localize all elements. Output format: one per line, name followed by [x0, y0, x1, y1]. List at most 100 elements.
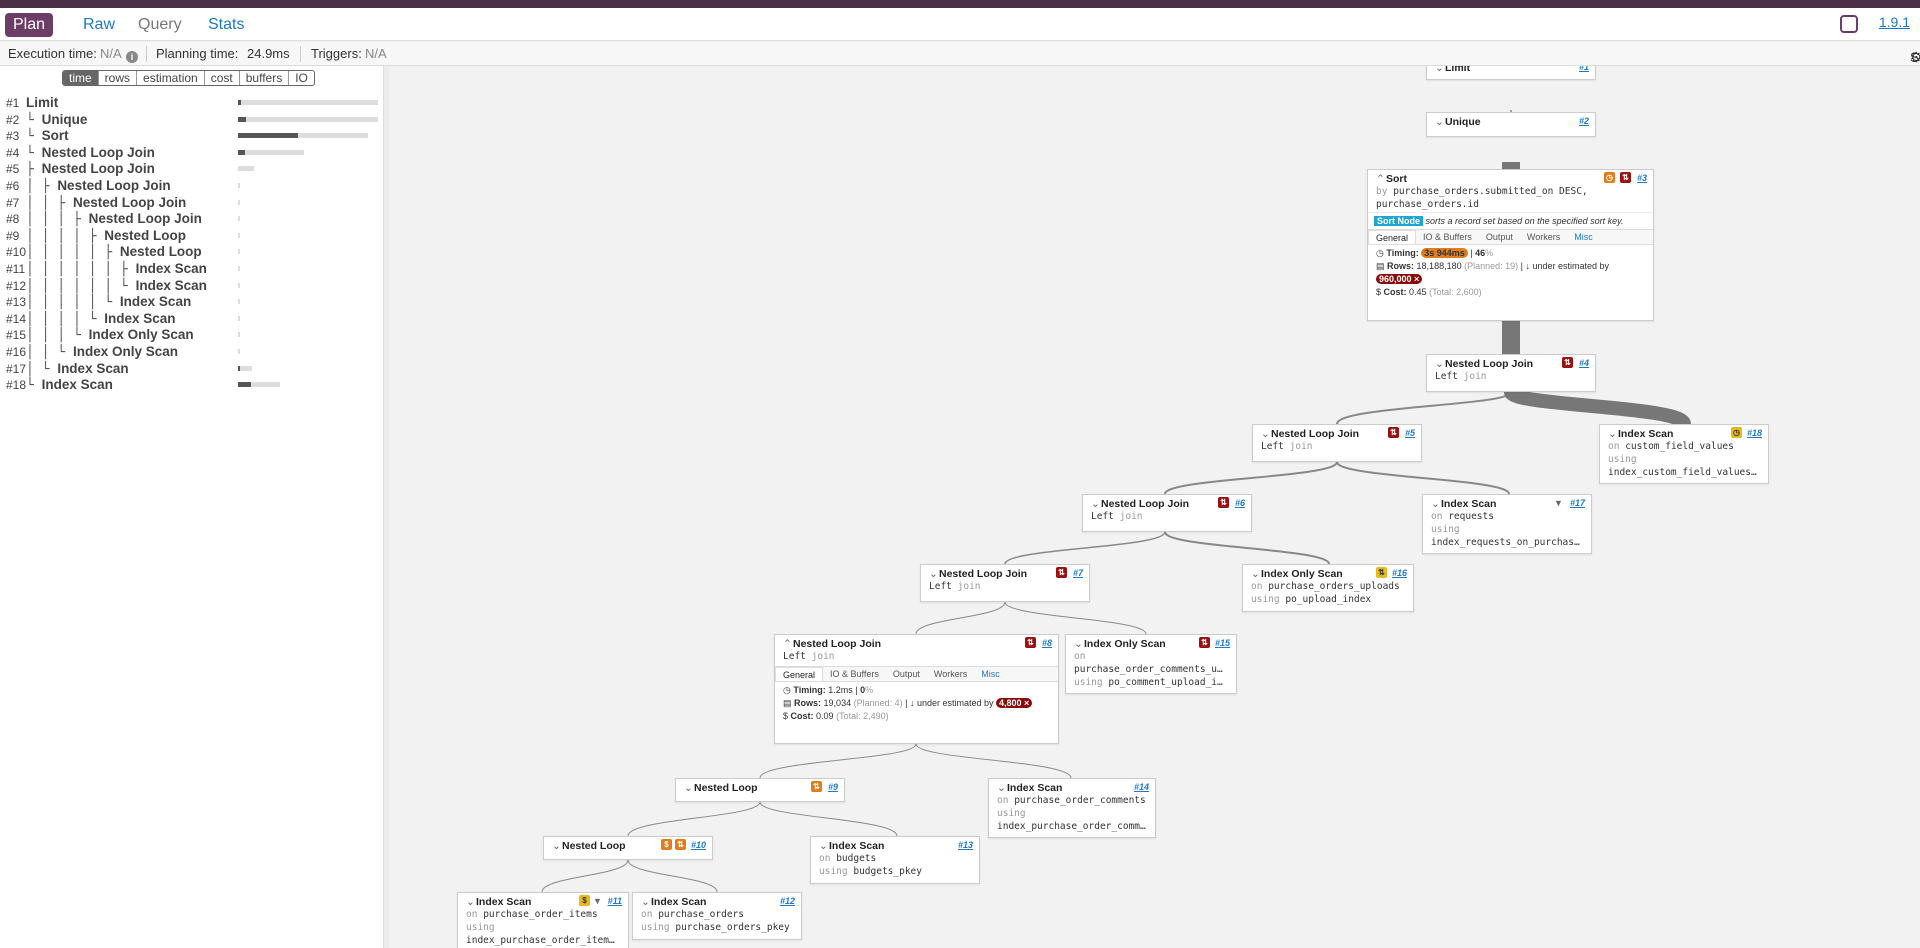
- tree-row-number: #10: [6, 245, 27, 260]
- tree-row-label: ├ Nested Loop Join: [26, 161, 155, 177]
- chevron-down-icon[interactable]: ⌄: [1091, 498, 1101, 510]
- plan-node-7[interactable]: ⌄Nested Loop Join ⇅ #7 Left join: [920, 564, 1090, 602]
- tree-row[interactable]: #8 │ │ │ ├ Nested Loop Join: [6, 211, 376, 227]
- node-number-link[interactable]: #5: [1405, 428, 1415, 438]
- plan-node-2[interactable]: ⌄Unique #2: [1426, 112, 1596, 137]
- tree-row[interactable]: #9 │ │ │ │ ├ Nested Loop: [6, 228, 376, 244]
- metric-estimation[interactable]: estimation: [137, 71, 205, 85]
- metric-io[interactable]: IO: [289, 71, 314, 85]
- chevron-down-icon[interactable]: ⌄: [1261, 428, 1271, 440]
- plan-node-8[interactable]: ⌃Nested Loop Join ⇅ #8 Left join General I…: [774, 634, 1059, 744]
- version-link[interactable]: 1.9.1: [1879, 14, 1910, 30]
- tree-row[interactable]: #14 │ │ │ │ └ Index Scan: [6, 311, 376, 327]
- plan-diagram[interactable]: ⌄Limit #1 ⌄Unique #2 ⌃Sort ◷ ⇅ #3 by purch…: [389, 66, 1920, 948]
- tab-raw[interactable]: Raw: [75, 13, 123, 37]
- node-number-link[interactable]: #1: [1579, 66, 1589, 72]
- plan-node-4[interactable]: ⌄Nested Loop Join ⇅ #4 Left join: [1426, 354, 1596, 392]
- tree-row[interactable]: #1 Limit: [6, 95, 378, 111]
- tree-row[interactable]: #18 └ Index Scan: [6, 377, 376, 393]
- tree-row[interactable]: #7 │ │ ├ Nested Loop Join: [6, 195, 376, 211]
- tree-row[interactable]: #5 ├ Nested Loop Join: [6, 161, 376, 177]
- tree-row[interactable]: #3 └ Sort: [6, 128, 376, 144]
- plan-node-10[interactable]: ⌄Nested Loop $ ⇅ #10: [543, 836, 713, 860]
- tab-query[interactable]: Query: [130, 13, 190, 37]
- plan-node-9[interactable]: ⌄Nested Loop ⇅ #9: [675, 778, 845, 802]
- chevron-down-icon[interactable]: ⌄: [1435, 116, 1445, 128]
- tab-plan[interactable]: Plan: [5, 13, 54, 37]
- plan-node-18[interactable]: ⌄Index Scan ◷ #18 on custom_field_values u…: [1599, 424, 1769, 484]
- metric-rows[interactable]: rows: [99, 71, 138, 85]
- tree-row[interactable]: #10 │ │ │ │ │ ├ Nested Loop: [6, 244, 376, 260]
- plan-node-3[interactable]: ⌃Sort ◷ ⇅ #3 by purchase_orders.submitte…: [1367, 169, 1654, 321]
- chevron-up-icon[interactable]: ⌃: [783, 638, 793, 650]
- tab-io-buffers[interactable]: IO & Buffers: [1416, 230, 1479, 244]
- node-number-link[interactable]: #8: [1042, 638, 1052, 648]
- node-number-link[interactable]: #18: [1747, 428, 1762, 438]
- tab-stats[interactable]: Stats: [200, 13, 252, 37]
- chevron-down-icon[interactable]: ⌄: [552, 840, 562, 852]
- chevron-down-icon[interactable]: ⌄: [997, 782, 1007, 794]
- tree-row[interactable]: #12 │ │ │ │ │ │ └ Index Scan: [6, 278, 376, 294]
- node-number-link[interactable]: #12: [780, 896, 795, 906]
- chevron-down-icon[interactable]: ⌄: [641, 896, 651, 908]
- chevron-down-icon[interactable]: ⌄: [1608, 428, 1618, 440]
- tab-misc[interactable]: Misc: [974, 667, 1007, 681]
- node-number-link[interactable]: #17: [1570, 498, 1585, 508]
- tab-misc[interactable]: Misc: [1567, 230, 1600, 244]
- node-number-link[interactable]: #15: [1215, 638, 1230, 648]
- node-number-link[interactable]: #10: [691, 840, 706, 850]
- tree-node-name: Index Scan: [135, 277, 207, 293]
- node-number-link[interactable]: #9: [828, 782, 838, 792]
- tree-row[interactable]: #16 │ │ └ Index Only Scan: [6, 344, 376, 360]
- tab-io-buffers[interactable]: IO & Buffers: [823, 667, 886, 681]
- node-number-link[interactable]: #6: [1235, 498, 1245, 508]
- plan-node-1[interactable]: ⌄Limit #1: [1426, 66, 1596, 80]
- chevron-up-icon[interactable]: ⌃: [1376, 173, 1386, 185]
- tab-general[interactable]: General: [1368, 230, 1417, 244]
- node-number-link[interactable]: #3: [1637, 173, 1647, 183]
- chevron-down-icon[interactable]: ⌄: [929, 568, 939, 580]
- tab-general[interactable]: General: [775, 667, 824, 681]
- tree-guide: │ │ │ │ │ │ └: [26, 278, 136, 294]
- node-number-link[interactable]: #16: [1392, 568, 1407, 578]
- tab-workers[interactable]: Workers: [927, 667, 974, 681]
- plan-node-14[interactable]: ⌄Index Scan #14 on purchase_order_comment…: [988, 778, 1156, 838]
- tree-row[interactable]: #6 │ ├ Nested Loop Join: [6, 178, 376, 194]
- tree-guide: └: [26, 378, 42, 394]
- node-number-link[interactable]: #14: [1134, 782, 1149, 792]
- metric-buffers[interactable]: buffers: [240, 71, 290, 85]
- chevron-down-icon[interactable]: ⌄: [1431, 498, 1441, 510]
- chevron-down-icon[interactable]: ⌄: [1251, 568, 1261, 580]
- chevron-down-icon[interactable]: ⌄: [684, 782, 694, 794]
- node-number-link[interactable]: #11: [608, 896, 622, 906]
- plan-node-5[interactable]: ⌄Nested Loop Join ⇅ #5 Left join: [1252, 424, 1422, 462]
- node-number-link[interactable]: #7: [1073, 568, 1083, 578]
- tree-row[interactable]: #15 │ │ │ └ Index Only Scan: [6, 327, 376, 343]
- chevron-down-icon[interactable]: ⌄: [1074, 638, 1084, 650]
- chevron-down-icon[interactable]: ⌄: [1435, 358, 1445, 370]
- plan-node-6[interactable]: ⌄Nested Loop Join ⇅ #6 Left join: [1082, 494, 1252, 532]
- tree-row[interactable]: #4 └ Nested Loop Join: [6, 145, 376, 161]
- tree-row[interactable]: #13 │ │ │ │ │ └ Index Scan: [6, 294, 376, 310]
- node-number-link[interactable]: #4: [1579, 358, 1589, 368]
- chevron-down-icon[interactable]: ⌄: [1435, 66, 1445, 74]
- tab-workers[interactable]: Workers: [1520, 230, 1567, 244]
- tree-row[interactable]: #11 │ │ │ │ │ │ ├ Index Scan: [6, 261, 376, 277]
- metric-time[interactable]: time: [63, 71, 99, 85]
- plan-node-15[interactable]: ⌄Index Only Scan ⇅ #15 on purchase_order_c…: [1065, 634, 1237, 694]
- chevron-down-icon[interactable]: ⌄: [466, 896, 476, 908]
- node-number-link[interactable]: #13: [958, 840, 973, 850]
- tree-row[interactable]: #17 │ └ Index Scan: [6, 361, 376, 377]
- plan-node-11[interactable]: ⌄Index Scan $ ▼ #11 on purchase_order_items…: [457, 892, 629, 948]
- plan-node-13[interactable]: ⌄Index Scan #13 on budgets using budgets_…: [810, 836, 980, 884]
- plan-node-17[interactable]: ⌄Index Scan ▼ #17 on requests using index_…: [1422, 494, 1592, 554]
- plan-node-16[interactable]: ⌄Index Only Scan ⇅ #16 on purchase_orders_…: [1242, 564, 1414, 612]
- tab-output[interactable]: Output: [1479, 230, 1520, 244]
- metric-cost[interactable]: cost: [205, 71, 240, 85]
- chevron-down-icon[interactable]: ⌄: [819, 840, 829, 852]
- tree-row-label: │ │ │ │ ├ Nested Loop: [26, 228, 186, 244]
- tab-output[interactable]: Output: [886, 667, 927, 681]
- tree-row[interactable]: #2 └ Unique: [6, 112, 378, 128]
- plan-node-12[interactable]: ⌄Index Scan #12 on purchase_orders using …: [632, 892, 802, 940]
- node-number-link[interactable]: #2: [1579, 116, 1589, 126]
